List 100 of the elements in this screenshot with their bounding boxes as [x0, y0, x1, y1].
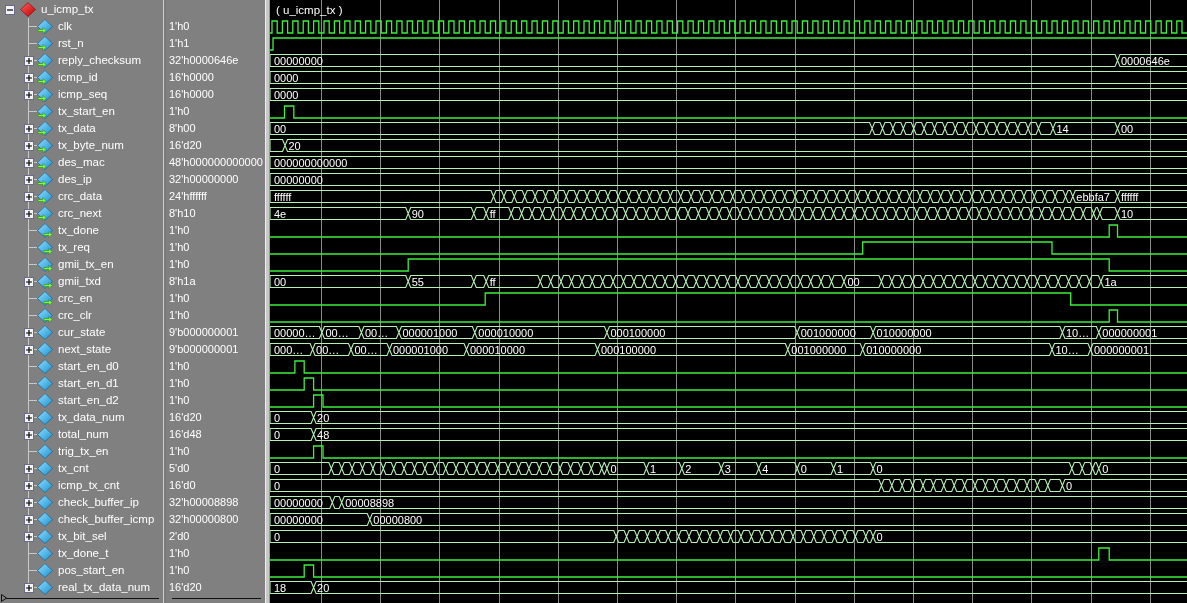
signal-name[interactable]: tx_byte_num [58, 136, 124, 155]
signal-name[interactable]: reply_checksum [58, 51, 142, 70]
signal-name[interactable]: crc_clr [58, 306, 92, 325]
bus-value-label: 00 [274, 276, 287, 288]
collapse-icon[interactable] [5, 4, 15, 15]
diamond-arrow-icon [37, 172, 53, 187]
expand-icon[interactable] [24, 89, 34, 100]
signal-value: 32'h00000800 [169, 512, 239, 528]
signal-name[interactable]: crc_next [58, 204, 102, 223]
signal-name[interactable]: next_state [58, 340, 112, 359]
bus-value-label: 000… [274, 344, 304, 356]
expand-icon[interactable] [24, 480, 34, 491]
signal-name[interactable]: cur_state [58, 323, 106, 342]
expand-icon[interactable] [24, 123, 34, 134]
signal-value: 1'h0 [169, 257, 190, 273]
signal-name[interactable]: tx_data [58, 119, 96, 138]
signal-name[interactable]: real_tx_data_num [58, 578, 151, 597]
bus-value-label: 55 [411, 276, 424, 288]
bus-value-label: 001000000 [800, 327, 856, 339]
signal-name[interactable]: tx_bit_sel [58, 527, 107, 546]
expand-icon[interactable] [24, 497, 34, 508]
signal-name[interactable]: start_en_d2 [58, 391, 119, 410]
signal-value: 8'h00 [169, 121, 196, 137]
bus-value-label: 00000000 [274, 174, 323, 186]
bus-value-label: 0 [610, 463, 617, 475]
signal-name[interactable]: trig_tx_en [58, 442, 109, 461]
bus-value-label: 0 [800, 463, 807, 475]
signal-name[interactable]: start_en_d1 [58, 374, 119, 393]
expand-icon[interactable] [24, 72, 34, 83]
expand-icon[interactable] [24, 531, 34, 542]
signal-value: 8'h10 [169, 206, 196, 222]
signal-name[interactable]: icmp_id [58, 68, 98, 87]
bus-value-label: 0 [274, 480, 281, 492]
bus-value-label: ffffff [274, 191, 292, 203]
bus-value-label: ffffff [1121, 191, 1139, 203]
expand-icon[interactable] [24, 208, 34, 219]
diamond-arrow-icon [37, 206, 53, 221]
signal-name[interactable]: rst_n [58, 34, 84, 53]
signal-name[interactable]: total_num [58, 425, 109, 444]
signal-name[interactable]: tx_cnt [58, 459, 89, 478]
bus-value-label: 1 [649, 463, 657, 475]
expand-icon[interactable] [24, 191, 34, 202]
signal-value: 32'h00008898 [169, 495, 239, 511]
expand-icon[interactable] [24, 174, 34, 185]
signal-name[interactable]: crc_en [58, 289, 93, 308]
diamond-arrow-icon [37, 257, 53, 272]
diamond-icon [37, 427, 53, 442]
expand-icon[interactable] [24, 140, 34, 151]
diamond-arrow-icon [37, 19, 53, 34]
signal-name[interactable]: crc_data [58, 187, 103, 206]
signal-name[interactable]: clk [58, 17, 73, 36]
signal-value: 16'h0000 [169, 70, 214, 86]
expand-icon[interactable] [24, 463, 34, 474]
signal-name[interactable]: check_buffer_icmp [58, 510, 155, 529]
expand-icon[interactable] [24, 157, 34, 168]
signal-value: 24'hffffff [169, 189, 207, 205]
diamond-icon [37, 342, 53, 357]
signal-value: 16'd0 [169, 478, 196, 494]
signal-value: 16'd20 [169, 138, 202, 154]
signal-name[interactable]: start_en_d0 [58, 357, 119, 376]
bus-value-label: 000010000 [478, 327, 534, 339]
bus-value-label: 4 [762, 463, 769, 475]
expand-icon[interactable] [24, 344, 34, 355]
signal-value: 1'h0 [169, 444, 190, 460]
expand-icon[interactable] [24, 55, 34, 66]
expand-icon[interactable] [24, 514, 34, 525]
signal-name[interactable]: des_mac [58, 153, 105, 172]
signal-name[interactable]: pos_start_en [58, 561, 125, 580]
bus-value-label: 00… [354, 344, 378, 356]
bus-value-label: 3 [724, 463, 731, 475]
instance-name[interactable]: u_icmp_tx [41, 0, 94, 19]
signal-name[interactable]: tx_start_en [58, 102, 115, 121]
diamond-arrow-icon [37, 121, 53, 136]
signal-name[interactable]: gmii_txd [58, 272, 101, 291]
bus-value-label: 0000 [274, 89, 299, 101]
signal-value: 32'h00000000 [169, 172, 239, 188]
bus-value-label: 0 [274, 463, 281, 475]
signal-value: 32'h0000646e [169, 53, 239, 69]
signal-name[interactable]: tx_done [58, 221, 99, 240]
signal-name[interactable]: tx_done_t [58, 544, 109, 563]
signal-name[interactable]: tx_data_num [58, 408, 125, 427]
diamond-icon [37, 580, 53, 595]
expand-icon[interactable] [24, 327, 34, 338]
signal-value: 1'h1 [169, 36, 190, 52]
expand-icon[interactable] [24, 276, 34, 287]
expand-icon[interactable] [24, 582, 34, 593]
signal-name[interactable]: icmp_tx_cnt [58, 476, 120, 495]
signal-name[interactable]: tx_req [58, 238, 90, 257]
signal-name[interactable]: check_buffer_ip [58, 493, 139, 512]
bus-value-label: 90 [411, 208, 424, 220]
signal-name[interactable]: icmp_seq [58, 85, 108, 104]
bus-value-label: 00… [316, 344, 340, 356]
expand-icon[interactable] [24, 429, 34, 440]
expand-icon[interactable] [24, 412, 34, 423]
bus-value-label: 00008898 [345, 497, 395, 509]
bus-value-label: 00000000 [274, 55, 323, 67]
bus-value-label: ebbfa7 [1076, 191, 1110, 203]
bus-value-label: ff [489, 208, 496, 220]
signal-name[interactable]: des_ip [58, 170, 92, 189]
signal-name[interactable]: gmii_tx_en [58, 255, 114, 274]
